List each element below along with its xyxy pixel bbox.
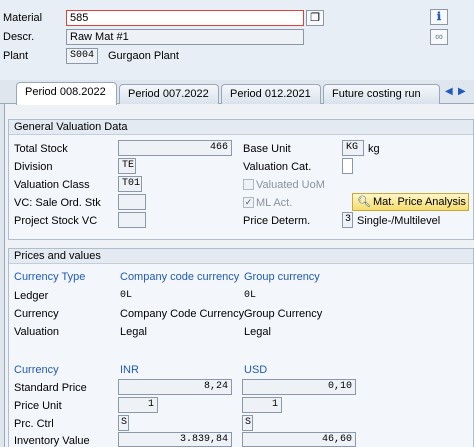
inventory-value-gc-field: 46,60 — [242, 432, 356, 447]
valuation-label: Valuation — [14, 326, 60, 338]
currency-gc: Group Currency — [244, 308, 323, 320]
valuated-uom-checkbox[interactable] — [243, 179, 254, 190]
currency-cc: Company Code Currency — [120, 308, 245, 320]
ml-act-label: ML Act. — [256, 197, 293, 209]
standard-price-label: Standard Price — [14, 382, 87, 394]
valuation-cat-label: Valuation Cat. — [243, 161, 312, 173]
total-stock-label: Total Stock — [14, 143, 68, 155]
mat-price-analysis-button[interactable]: 🔍︎ Mat. Price Analysis — [352, 193, 469, 211]
link-icon[interactable]: ∞ — [430, 29, 448, 45]
info-icon[interactable]: ℹ — [430, 9, 448, 25]
ledger-gc: 0L — [244, 290, 257, 301]
matchcode-icon[interactable]: ❐ — [306, 10, 324, 26]
valuation-class-label: Valuation Class — [14, 179, 90, 191]
currency-label: Currency — [14, 308, 59, 320]
material-label: Material — [3, 12, 43, 24]
descr-field: Raw Mat #1 — [66, 29, 304, 45]
tab-period-007-2022[interactable]: Period 007.2022 — [119, 84, 219, 104]
plant-field: S004 — [66, 48, 98, 64]
valuation-class-field: T01 — [118, 176, 142, 192]
price-determ-field: 3 — [342, 212, 353, 228]
magnifier-icon: 🔍︎ — [357, 196, 371, 208]
base-unit-text: kg — [368, 143, 380, 155]
valuation-cat-field[interactable] — [342, 158, 353, 174]
company-code-currency-header: Company code currency — [120, 271, 240, 283]
plant-name: Gurgaon Plant — [108, 50, 179, 62]
plant-label: Plant — [3, 50, 29, 62]
tab-future-costing-run[interactable]: Future costing run — [323, 84, 440, 104]
prices-values-title: Prices and values — [9, 249, 473, 264]
currency2-header: Currency — [14, 364, 59, 376]
descr-label: Descr. — [3, 31, 35, 43]
general-valuation-title: General Valuation Data — [9, 120, 473, 135]
currency-type-header: Currency Type — [14, 271, 86, 283]
division-field: TE — [118, 158, 136, 174]
prc-ctrl-cc-field: S — [118, 415, 129, 431]
valuation-cc: Legal — [120, 326, 147, 338]
tab-scroll-left-icon[interactable]: ◀ — [445, 86, 457, 102]
currency2-gc: USD — [244, 364, 268, 376]
tab-period-008-2022[interactable]: Period 008.2022 — [16, 82, 117, 105]
inventory-value-label: Inventory Value — [14, 435, 90, 447]
vc-sale-ord-stk-label: VC: Sale Ord. Stk — [14, 197, 101, 209]
division-label: Division — [14, 161, 53, 173]
project-stock-vc-field — [118, 212, 146, 228]
price-unit-gc-field: 1 — [242, 397, 282, 413]
price-unit-label: Price Unit — [14, 400, 62, 412]
tab-period-012-2021[interactable]: Period 012.2021 — [221, 84, 321, 104]
valuated-uom-label: Valuated UoM — [256, 179, 325, 191]
standard-price-cc-field: 8,24 — [118, 379, 232, 395]
price-determ-label: Price Determ. — [243, 215, 311, 227]
tab-scroll-right-icon[interactable]: ▶ — [458, 86, 470, 102]
mat-price-analysis-label: Mat. Price Analysis — [373, 196, 466, 208]
group-currency-header: Group currency — [244, 271, 320, 283]
standard-price-gc-field: 0,10 — [242, 379, 356, 395]
prc-ctrl-gc-field: S — [242, 415, 253, 431]
price-determ-text: Single-/Multilevel — [357, 215, 441, 227]
total-stock-field: 466 — [118, 140, 232, 156]
project-stock-vc-label: Project Stock VC — [14, 215, 98, 227]
ml-act-checkbox[interactable]: ✓ — [243, 197, 254, 208]
base-unit-label: Base Unit — [243, 143, 291, 155]
ledger-label: Ledger — [14, 290, 49, 302]
base-unit-field: KG — [342, 140, 364, 156]
price-unit-cc-field: 1 — [118, 397, 158, 413]
vc-sale-ord-stk-field — [118, 194, 146, 210]
inventory-value-cc-field: 3.839,84 — [118, 432, 232, 447]
valuation-gc: Legal — [244, 326, 271, 338]
material-input[interactable]: 585 — [66, 10, 304, 26]
prc-ctrl-label: Prc. Ctrl — [14, 418, 54, 430]
currency2-cc: INR — [120, 364, 139, 376]
ledger-cc: 0L — [120, 290, 133, 301]
